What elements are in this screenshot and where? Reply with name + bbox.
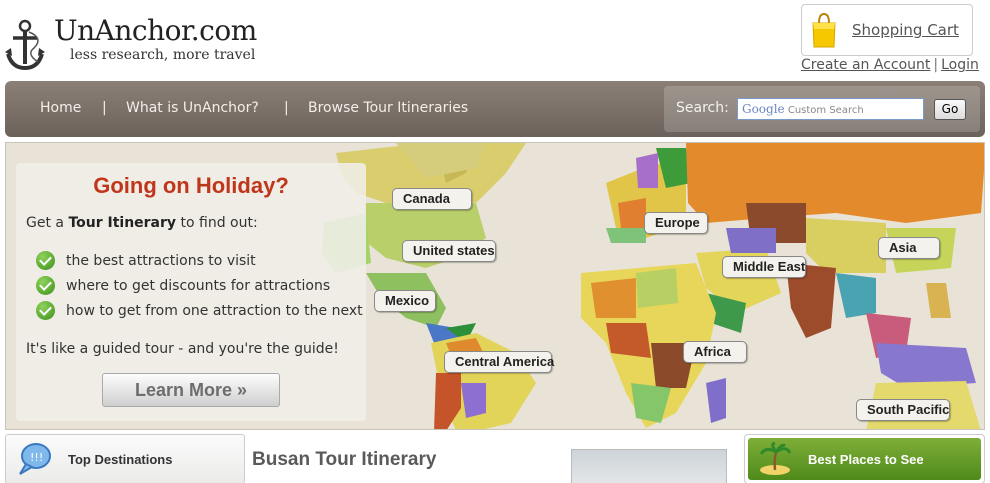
list-item: the best attractions to visit bbox=[36, 251, 363, 276]
search-go-button[interactable]: Go bbox=[934, 99, 966, 120]
list-item: how to get from one attraction to the ne… bbox=[36, 301, 363, 326]
google-logo-text: Google bbox=[742, 102, 785, 116]
region-south-pacific[interactable]: South Pacific bbox=[856, 399, 950, 421]
checkmark-icon bbox=[36, 251, 55, 270]
site-logo[interactable]: UnAnchor.com less research, more travel bbox=[4, 14, 274, 74]
main-nav: Home | What is UnAnchor? | Browse Tour I… bbox=[5, 81, 985, 137]
benefit-text: the best attractions to visit bbox=[66, 253, 256, 269]
nav-browse-itineraries[interactable]: Browse Tour Itineraries bbox=[308, 100, 468, 116]
best-places-label: Best Places to See bbox=[808, 452, 924, 467]
shopping-bag-icon bbox=[812, 12, 836, 48]
region-asia[interactable]: Asia bbox=[878, 237, 940, 259]
nav-separator: | bbox=[102, 100, 107, 116]
shopping-cart-box[interactable]: Shopping Cart bbox=[801, 4, 973, 56]
link-separator: | bbox=[933, 57, 939, 73]
checkmark-icon bbox=[36, 276, 55, 295]
learn-more-button[interactable]: Learn More » bbox=[102, 373, 280, 407]
promo-intro-bold: Tour Itinerary bbox=[68, 215, 177, 231]
best-places-banner: Best Places to See bbox=[748, 438, 981, 480]
create-account-link[interactable]: Create an Account bbox=[801, 57, 930, 73]
site-tagline: less research, more travel bbox=[70, 47, 256, 63]
list-item: where to get discounts for attractions bbox=[36, 276, 363, 301]
region-africa[interactable]: Africa bbox=[683, 341, 747, 363]
holiday-promo-panel: Going on Holiday? Get a Tour Itinerary t… bbox=[16, 163, 366, 421]
region-europe[interactable]: Europe bbox=[644, 212, 708, 234]
search-placeholder: Custom Search bbox=[787, 105, 864, 116]
speech-bubble-icon: !!! bbox=[19, 443, 51, 475]
benefit-text: where to get discounts for attractions bbox=[66, 278, 331, 294]
account-links: Create an Account | Login bbox=[801, 57, 979, 73]
nav-what-is-unanchor[interactable]: What is UnAnchor? bbox=[126, 100, 259, 116]
top-destinations-header[interactable]: !!! Top Destinations bbox=[5, 434, 245, 483]
palm-island-icon bbox=[759, 442, 792, 475]
svg-text:!!!: !!! bbox=[30, 451, 43, 464]
nav-separator: | bbox=[284, 100, 289, 116]
site-title: UnAnchor.com bbox=[54, 14, 257, 47]
promo-intro-prefix: Get a bbox=[26, 215, 64, 231]
region-middle-east[interactable]: Middle East bbox=[722, 256, 806, 278]
anchor-icon bbox=[5, 19, 45, 71]
shopping-cart-link[interactable]: Shopping Cart bbox=[852, 21, 959, 39]
search-input[interactable]: Google Custom Search bbox=[737, 98, 924, 120]
best-places-header[interactable]: Best Places to See bbox=[744, 434, 985, 483]
search-label: Search: bbox=[676, 100, 729, 116]
top-destinations-label: Top Destinations bbox=[68, 452, 173, 467]
destination-photo bbox=[571, 449, 727, 483]
world-map-hero: Going on Holiday? Get a Tour Itinerary t… bbox=[5, 142, 985, 430]
benefit-text: how to get from one attraction to the ne… bbox=[66, 303, 363, 319]
region-mexico[interactable]: Mexico bbox=[374, 290, 436, 312]
login-link[interactable]: Login bbox=[941, 57, 979, 73]
search-box: Search: Google Custom Search Go bbox=[664, 86, 980, 132]
region-canada[interactable]: Canada bbox=[392, 188, 472, 210]
checkmark-icon bbox=[36, 301, 55, 320]
page-title: Busan Tour Itinerary bbox=[252, 449, 437, 470]
benefit-list: the best attractions to visit where to g… bbox=[36, 251, 363, 326]
region-central-america[interactable]: Central America bbox=[444, 351, 554, 373]
promo-intro-suffix: to find out: bbox=[180, 215, 258, 231]
promo-outro: It's like a guided tour - and you're the… bbox=[26, 341, 339, 357]
nav-home[interactable]: Home bbox=[40, 100, 81, 116]
region-united-states[interactable]: United states bbox=[402, 240, 496, 262]
promo-intro: Get a Tour Itinerary to find out: bbox=[26, 215, 258, 231]
promo-title: Going on Holiday? bbox=[93, 173, 289, 198]
